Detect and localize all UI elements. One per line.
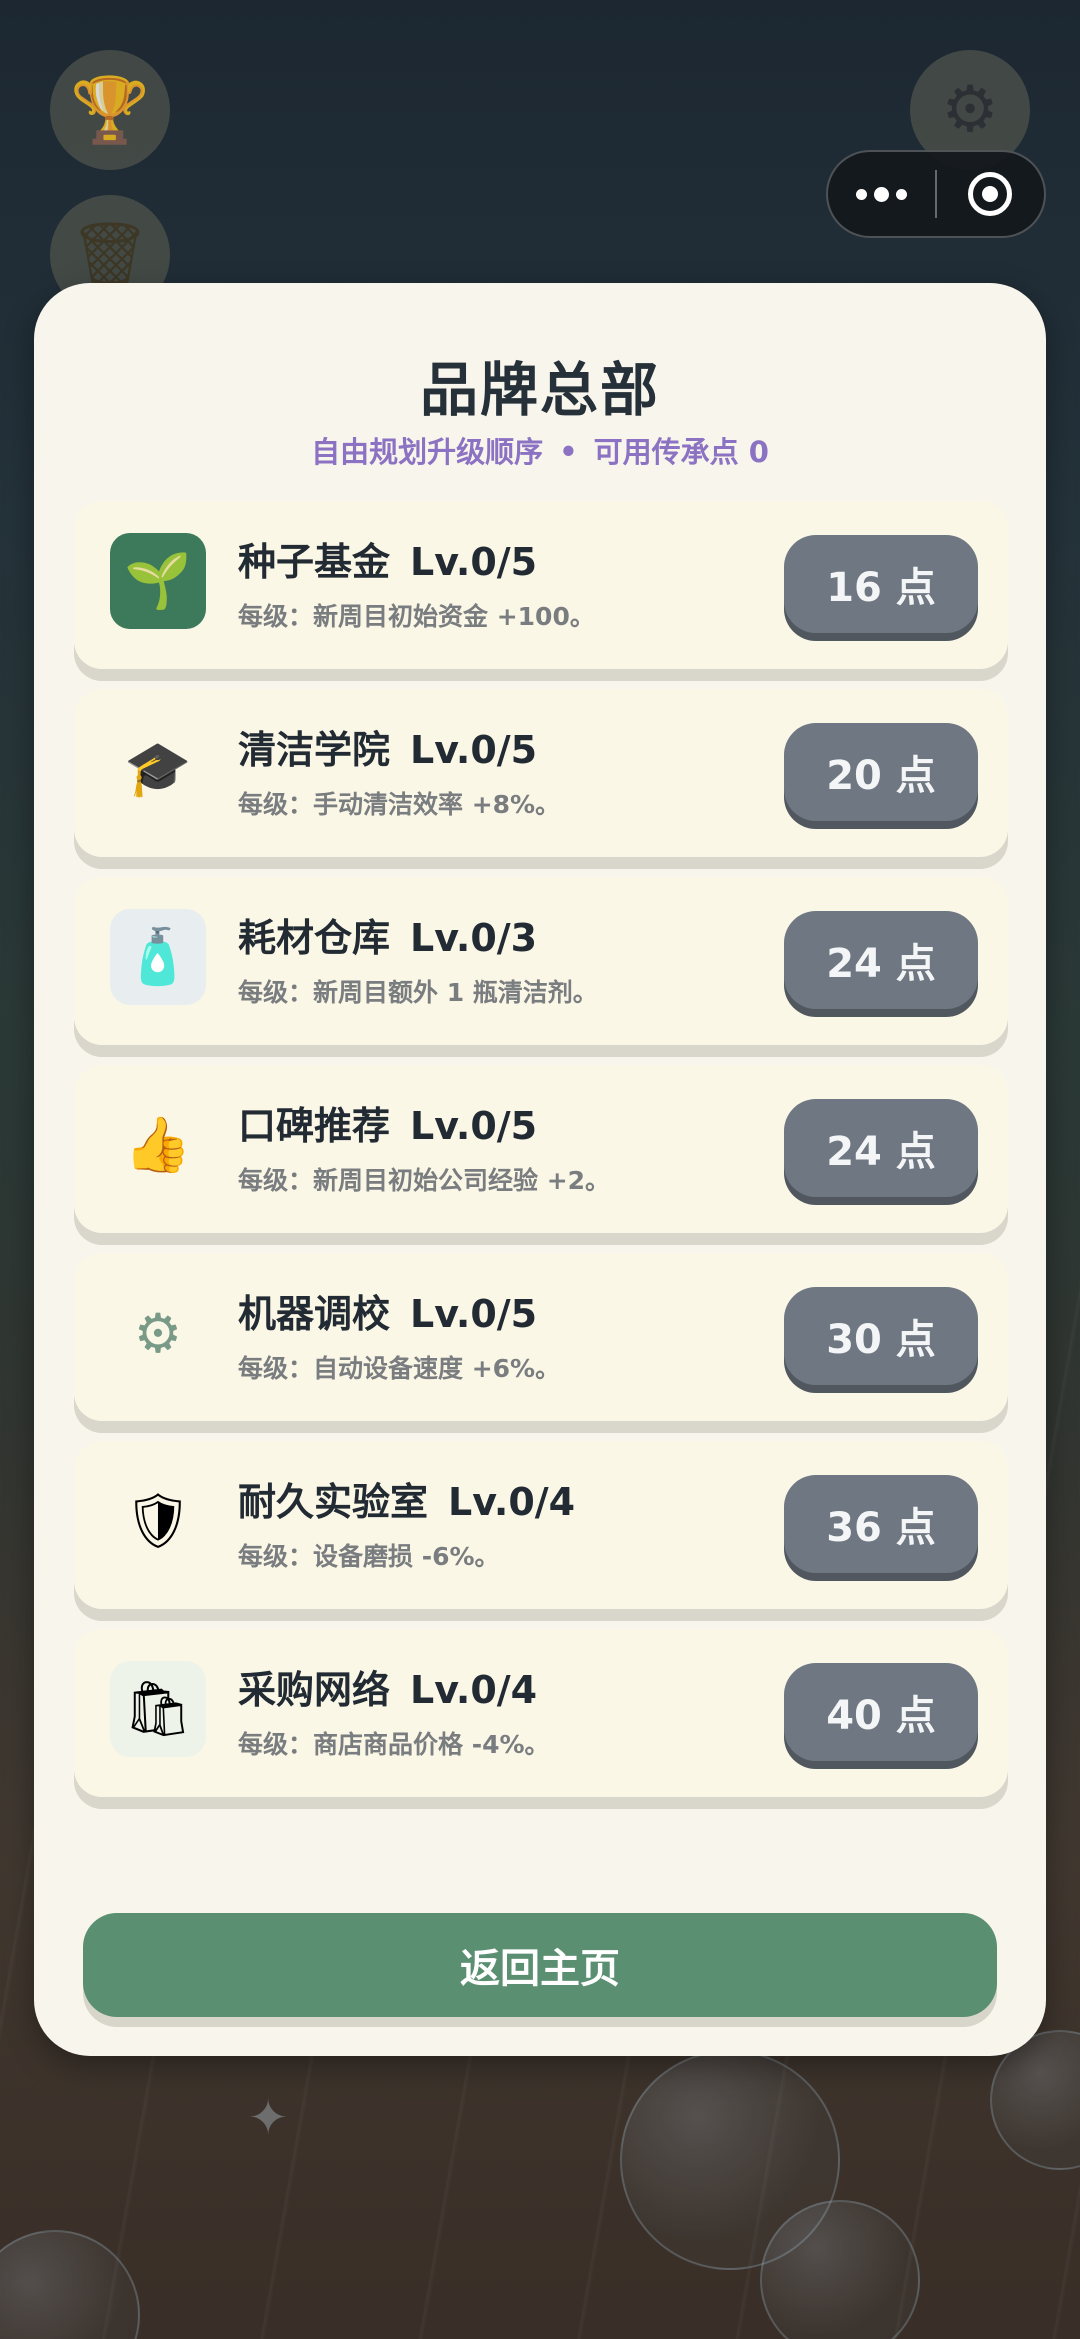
upgrade-description: 每级：新周目初始资金 +100。 [238,602,595,631]
upgrade-name: 口碑推荐 Lv.0/5 [238,1104,538,1148]
upgrade-card: 🧴 耗材仓库 Lv.0/3 每级：新周目额外 1 瓶清洁剂。 24 点 [74,877,1008,1045]
upgrade-name: 机器调校 Lv.0/5 [238,1292,538,1336]
upgrade-level: Lv.0/5 [410,1104,538,1148]
upgrade-name: 采购网络 Lv.0/4 [238,1668,538,1712]
upgrade-level: Lv.0/3 [410,916,538,960]
shopping-network-icon: 🛍 [110,1661,206,1757]
upgrade-card: 🛍 采购网络 Lv.0/4 每级：商店商品价格 -4%。 40 点 [74,1629,1008,1797]
upgrade-description: 每级：新周目初始公司经验 +2。 [238,1166,611,1195]
gear-robot-icon: ⚙ [133,1301,183,1365]
shield-tools-icon: 🛡 [123,1489,193,1552]
upgrade-level: Lv.0/4 [448,1480,576,1524]
supply-shelf-icon: 🧴 [110,909,206,1005]
target-circle-icon[interactable] [937,172,1044,216]
upgrade-name: 清洁学院 Lv.0/5 [238,728,538,772]
upgrade-cost-button[interactable]: 24 点 [784,911,978,1009]
brand-hq-panel: 品牌总部 自由规划升级顺序 • 可用传承点 0 🌱 种子基金 Lv.0/5 每级：新周… [34,283,1046,2056]
upgrade-description: 每级：自动设备速度 +6%。 [238,1354,561,1383]
upgrade-cost-button[interactable]: 30 点 [784,1287,978,1385]
upgrade-list: 🌱 种子基金 Lv.0/5 每级：新周目初始资金 +100。 16 点 🎓 清洁学… [74,501,1008,1817]
graduation-cap-mop-icon: 🎓 [124,737,192,800]
return-home-button[interactable]: 返回主页 [83,1913,997,2017]
upgrade-name: 耐久实验室 Lv.0/4 [238,1480,576,1524]
upgrade-name: 耗材仓库 Lv.0/3 [238,916,538,960]
upgrade-card: 👍 口碑推荐 Lv.0/5 每级：新周目初始公司经验 +2。 24 点 [74,1065,1008,1233]
upgrade-description: 每级：新周目额外 1 瓶清洁剂。 [238,978,598,1007]
seed-fund-icon: 🌱 [110,533,206,629]
upgrade-level: Lv.0/5 [410,1292,538,1336]
upgrade-card: 🎓 清洁学院 Lv.0/5 每级：手动清洁效率 +8%。 20 点 [74,689,1008,857]
upgrade-level: Lv.0/5 [410,540,538,584]
upgrade-cost-button[interactable]: 40 点 [784,1663,978,1761]
trophy-icon[interactable]: 🏆 [50,50,170,170]
thumbs-up-stars-icon: 👍 [124,1113,192,1176]
upgrade-description: 每级：商店商品价格 -4%。 [238,1730,550,1759]
upgrade-cost-button[interactable]: 16 点 [784,535,978,633]
more-dots-icon[interactable] [828,186,935,202]
upgrade-name: 种子基金 Lv.0/5 [238,540,538,584]
upgrade-description: 每级：设备磨损 -6%。 [238,1542,500,1571]
legacy-points-text: 可用传承点 0 [593,435,769,469]
upgrade-cost-button[interactable]: 24 点 [784,1099,978,1197]
upgrade-card: ⚙ 机器调校 Lv.0/5 每级：自动设备速度 +6%。 30 点 [74,1253,1008,1421]
miniprogram-capsule [826,150,1046,238]
upgrade-card: 🌱 种子基金 Lv.0/5 每级：新周目初始资金 +100。 16 点 [74,501,1008,669]
upgrade-cost-button[interactable]: 20 点 [784,723,978,821]
sparkle-icon: ✦ [248,2090,289,2146]
upgrade-description: 每级：手动清洁效率 +8%。 [238,790,561,819]
subtitle-separator: • [559,435,578,469]
upgrade-card: 🛡 耐久实验室 Lv.0/4 每级：设备磨损 -6%。 36 点 [74,1441,1008,1609]
upgrade-level: Lv.0/4 [410,1668,538,1712]
subtitle-plan-text: 自由规划升级顺序 [311,435,544,469]
panel-subtitle: 自由规划升级顺序 • 可用传承点 0 [34,429,1046,471]
upgrade-cost-button[interactable]: 36 点 [784,1475,978,1573]
upgrade-level: Lv.0/5 [410,728,538,772]
panel-title: 品牌总部 [419,356,660,424]
